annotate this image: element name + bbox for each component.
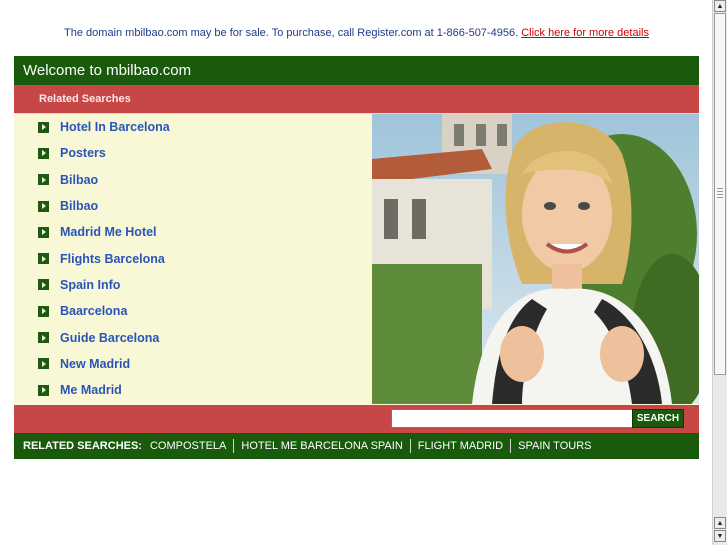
list-item[interactable]: Bilbao bbox=[14, 193, 371, 219]
list-item[interactable]: Madrid Me Hotel bbox=[14, 219, 371, 245]
sale-notice-text: The domain mbilbao.com may be for sale. … bbox=[64, 27, 519, 39]
related-search-link[interactable]: HOTEL ME BARCELONA SPAIN bbox=[241, 440, 402, 452]
list-item[interactable]: Bilbao bbox=[14, 167, 371, 193]
main-container: Welcome to mbilbao.com Related Searches … bbox=[14, 56, 699, 459]
arrow-right-icon bbox=[38, 358, 49, 370]
list-item[interactable]: New Madrid bbox=[14, 351, 371, 377]
vertical-scrollbar[interactable]: ▲ ▲ ▼ bbox=[712, 0, 727, 545]
related-link[interactable]: Hotel In Barcelona bbox=[60, 120, 170, 134]
search-input[interactable] bbox=[391, 409, 633, 428]
list-item[interactable]: Me Madrid bbox=[14, 377, 371, 403]
separator bbox=[409, 439, 411, 453]
arrow-right-icon bbox=[38, 121, 49, 133]
arrow-right-icon bbox=[38, 332, 49, 344]
grip-icon bbox=[717, 188, 723, 200]
related-searches-header: Related Searches bbox=[14, 85, 699, 113]
content-area: Hotel In Barcelona Posters Bilbao Bilbao… bbox=[14, 113, 699, 405]
related-search-link[interactable]: SPAIN TOURS bbox=[518, 440, 591, 452]
arrow-right-icon bbox=[38, 305, 49, 317]
scrollbar-thumb[interactable] bbox=[714, 13, 726, 375]
list-item[interactable]: Guide Barcelona bbox=[14, 324, 371, 350]
page-title: Welcome to mbilbao.com bbox=[14, 56, 699, 85]
list-item[interactable]: Posters bbox=[14, 140, 371, 166]
arrow-up-icon[interactable]: ▲ bbox=[714, 517, 726, 529]
related-link[interactable]: Me Madrid bbox=[60, 383, 122, 397]
related-links-list: Hotel In Barcelona Posters Bilbao Bilbao… bbox=[14, 114, 371, 403]
separator bbox=[233, 439, 235, 453]
arrow-right-icon bbox=[38, 253, 49, 265]
related-search-link[interactable]: FLIGHT MADRID bbox=[418, 440, 503, 452]
related-link[interactable]: Spain Info bbox=[60, 278, 120, 292]
arrow-right-icon bbox=[38, 279, 49, 291]
related-link[interactable]: Posters bbox=[60, 146, 106, 160]
related-link[interactable]: New Madrid bbox=[60, 357, 130, 371]
separator bbox=[510, 439, 512, 453]
related-search-link[interactable]: COMPOSTELA bbox=[150, 440, 226, 452]
related-link[interactable]: Flights Barcelona bbox=[60, 252, 165, 266]
arrow-right-icon bbox=[38, 384, 49, 396]
arrow-up-icon[interactable]: ▲ bbox=[714, 0, 726, 12]
domain-sale-notice: The domain mbilbao.com may be for sale. … bbox=[0, 27, 713, 39]
related-link[interactable]: Madrid Me Hotel bbox=[60, 225, 157, 239]
arrow-right-icon bbox=[38, 226, 49, 238]
list-item[interactable]: Spain Info bbox=[14, 272, 371, 298]
arrow-right-icon bbox=[38, 147, 49, 159]
related-link[interactable]: Bilbao bbox=[60, 199, 98, 213]
search-button[interactable]: SEARCH bbox=[632, 409, 684, 428]
search-bar: SEARCH bbox=[14, 405, 699, 433]
more-details-link[interactable]: Click here for more details bbox=[521, 27, 649, 39]
list-item[interactable]: Flights Barcelona bbox=[14, 245, 371, 271]
list-item[interactable]: Hotel In Barcelona bbox=[14, 114, 371, 140]
related-link[interactable]: Baarcelona bbox=[60, 304, 127, 318]
arrow-right-icon bbox=[38, 174, 49, 186]
arrow-down-icon[interactable]: ▼ bbox=[714, 530, 726, 542]
related-searches-label: RELATED SEARCHES: bbox=[23, 440, 142, 452]
hero-photo bbox=[372, 114, 699, 404]
related-link[interactable]: Bilbao bbox=[60, 173, 98, 187]
arrow-right-icon bbox=[38, 200, 49, 212]
list-item[interactable]: Baarcelona bbox=[14, 298, 371, 324]
related-searches-bar: RELATED SEARCHES: COMPOSTELA HOTEL ME BA… bbox=[14, 433, 699, 459]
photo-illustration bbox=[372, 114, 699, 404]
related-link[interactable]: Guide Barcelona bbox=[60, 331, 159, 345]
